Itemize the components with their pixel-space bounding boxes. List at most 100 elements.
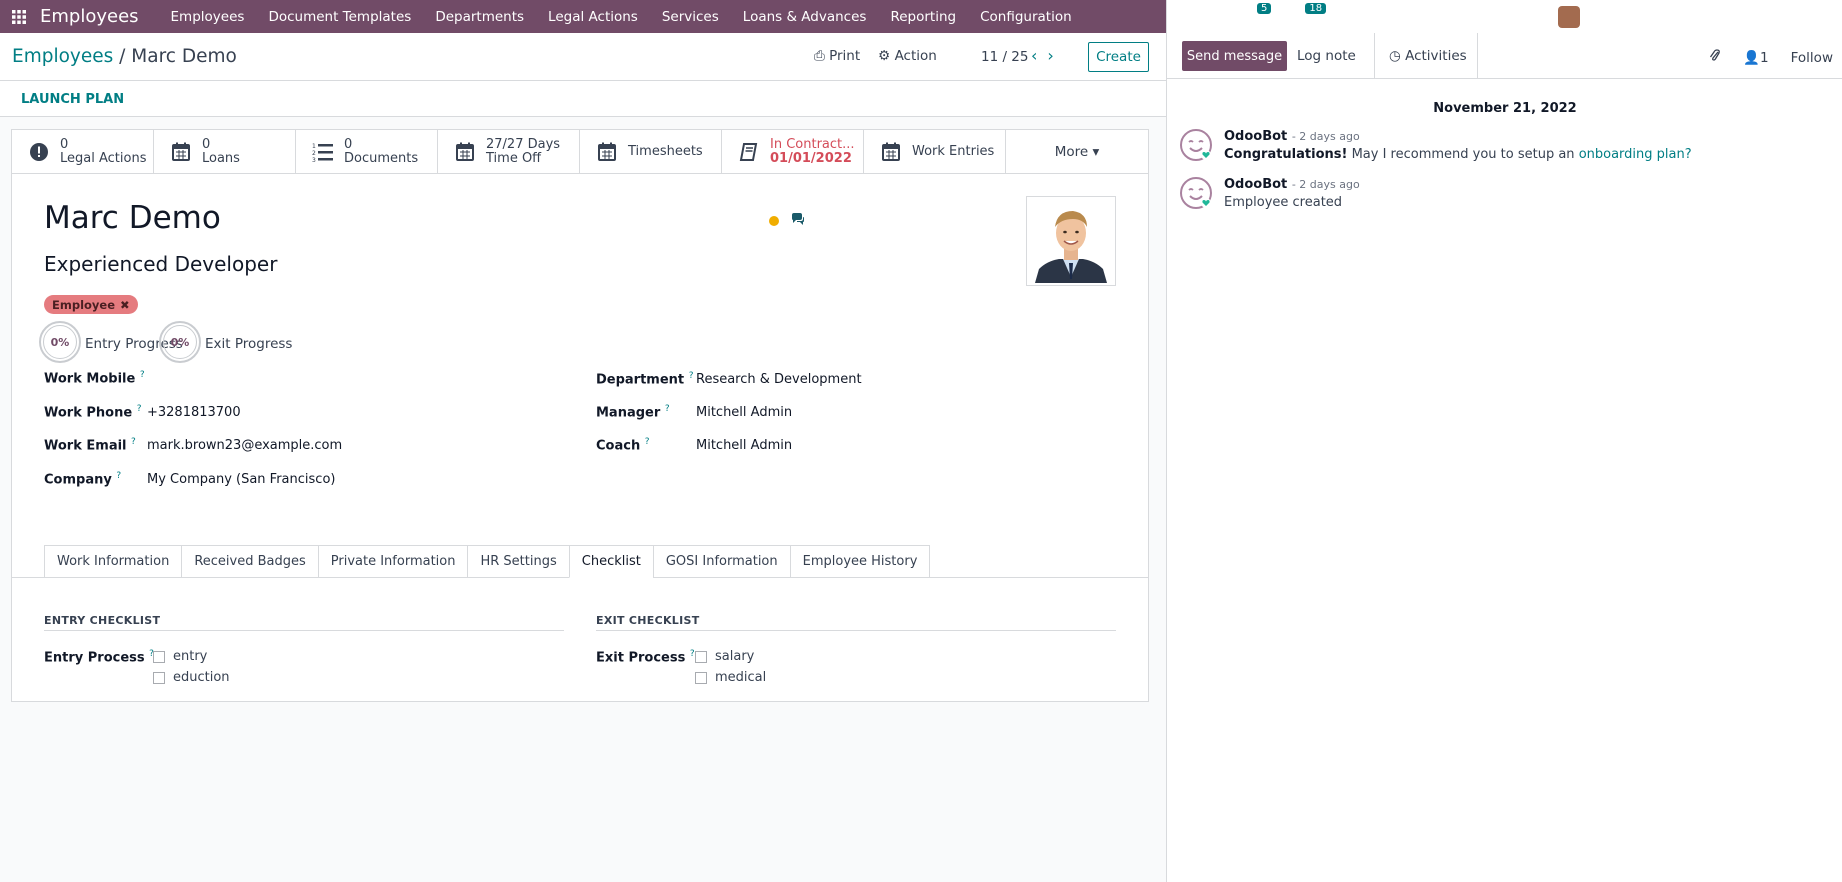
checkbox-label: medical: [715, 670, 767, 685]
top-navbar: Employees Employees Document Templates D…: [0, 0, 1842, 33]
messages-button[interactable]: 5: [1239, 2, 1272, 26]
send-message-button[interactable]: Send message: [1182, 41, 1287, 71]
entry-progress-value: 0%: [43, 325, 77, 359]
chat-icon[interactable]: [791, 213, 805, 230]
calendar-icon: [880, 141, 902, 163]
employee-name[interactable]: Marc Demo: [44, 200, 221, 236]
activities-button[interactable]: 18: [1289, 2, 1327, 26]
tab-private-information[interactable]: Private Information: [317, 545, 468, 578]
message-body: Congratulations! May I recommend you to …: [1224, 147, 1692, 162]
tab-employee-history[interactable]: Employee History: [789, 545, 931, 578]
user-menu[interactable]: Mitchell Admin (odoo_16_ent_0009): [1557, 5, 1826, 28]
pager-value[interactable]: 11 / 25: [981, 49, 1029, 65]
department-field[interactable]: Research & Development: [696, 372, 862, 387]
checkbox[interactable]: [153, 650, 165, 663]
menu-legal-actions[interactable]: Legal Actions: [536, 9, 650, 25]
notifications-bell-icon[interactable]: [1199, 8, 1221, 26]
menu-configuration[interactable]: Configuration: [968, 9, 1084, 25]
exit-progress-value: 0%: [163, 325, 197, 359]
pager-previous-icon[interactable]: ‹: [1031, 46, 1037, 65]
menu-departments[interactable]: Departments: [423, 9, 536, 25]
entry-progress-circle: 0%: [39, 321, 81, 363]
menu-document-templates[interactable]: Document Templates: [256, 9, 423, 25]
tab-hr-settings[interactable]: HR Settings: [467, 545, 569, 578]
message-time: - 2 days ago: [1291, 130, 1360, 143]
activities-button[interactable]: ◷ Activities: [1389, 48, 1467, 64]
menu-loans-advances[interactable]: Loans & Advances: [731, 9, 879, 25]
create-button[interactable]: Create: [1088, 42, 1149, 72]
message-author[interactable]: OdooBot - 2 days ago: [1224, 177, 1360, 192]
documents-count: 0: [344, 137, 353, 152]
message-time: - 2 days ago: [1291, 178, 1360, 191]
checkbox[interactable]: [695, 650, 707, 663]
employee-tag[interactable]: Employee ✖: [44, 295, 138, 314]
apps-menu-icon[interactable]: [6, 9, 32, 24]
paperclip-icon[interactable]: [1709, 48, 1721, 67]
work-email-field[interactable]: mark.brown23@example.com: [147, 438, 342, 453]
form-sheet: 0 Legal Actions 0 Loans 123 0 Documents 27/…: [11, 129, 1149, 702]
company-switcher[interactable]: My Company (San Francisco): [1344, 9, 1540, 25]
exit-progress-circle: 0%: [159, 321, 201, 363]
exclamation-circle-icon: [28, 141, 50, 163]
checkbox[interactable]: [153, 671, 165, 684]
presence-status-dot: [769, 216, 779, 226]
salary-checkbox[interactable]: salary: [695, 649, 754, 664]
breadcrumb-parent-link[interactable]: Employees: [12, 46, 113, 67]
loans-label: Loans: [202, 151, 240, 166]
numbered-list-icon: 123: [312, 141, 334, 163]
medical-checkbox[interactable]: medical: [695, 670, 766, 685]
message-author[interactable]: OdooBot - 2 days ago: [1224, 129, 1360, 144]
manager-label: Manager ?: [596, 404, 670, 421]
odoobot-avatar: [1180, 177, 1212, 209]
tab-gosi-information[interactable]: GOSI Information: [652, 545, 790, 578]
tab-work-information[interactable]: Work Information: [44, 545, 182, 578]
smart-button-timesheets[interactable]: Timesheets: [580, 130, 722, 174]
debug-bug-icon[interactable]: [1167, 8, 1181, 26]
menu-employees[interactable]: Employees: [159, 9, 257, 25]
menu-services[interactable]: Services: [650, 9, 731, 25]
svg-text:1: 1: [312, 143, 316, 150]
company-field[interactable]: My Company (San Francisco): [147, 472, 335, 487]
onboarding-plan-link[interactable]: onboarding plan?: [1579, 147, 1692, 162]
calendar-icon: [170, 141, 192, 163]
tab-received-badges[interactable]: Received Badges: [181, 545, 318, 578]
employee-photo[interactable]: [1026, 196, 1116, 286]
followers-button[interactable]: 👤1: [1743, 50, 1768, 66]
app-name[interactable]: Employees: [40, 6, 139, 27]
log-note-button[interactable]: Log note: [1297, 48, 1356, 64]
manager-field[interactable]: Mitchell Admin: [696, 405, 792, 420]
smart-button-loans[interactable]: 0 Loans: [154, 130, 296, 174]
work-entries-label: Work Entries: [912, 144, 995, 159]
messages-badge: 5: [1257, 2, 1272, 14]
work-mobile-field[interactable]: [147, 371, 447, 387]
more-dropdown[interactable]: More ▾: [1006, 130, 1148, 173]
checkbox[interactable]: [695, 671, 707, 684]
tag-remove-icon[interactable]: ✖: [120, 298, 130, 312]
launch-plan-button[interactable]: LAUNCH PLAN: [21, 92, 124, 107]
smart-button-time-off[interactable]: 27/27 Days Time Off: [438, 130, 580, 174]
smart-button-legal-actions[interactable]: 0 Legal Actions: [12, 130, 154, 174]
eduction-checkbox[interactable]: eduction: [153, 670, 230, 685]
main-menu: Employees Document Templates Departments…: [159, 9, 1084, 25]
smart-button-work-entries[interactable]: Work Entries: [864, 130, 1006, 174]
job-title[interactable]: Experienced Developer: [44, 252, 277, 276]
navbar-systray: 5 18 My Company (San Francisco) Mitchell…: [1166, 0, 1842, 33]
smart-button-documents[interactable]: 123 0 Documents: [296, 130, 438, 174]
smart-button-contract[interactable]: In Contract... 01/01/2022: [722, 130, 864, 174]
coach-field[interactable]: Mitchell Admin: [696, 438, 792, 453]
pager-buttons: ‹ ›: [1031, 46, 1054, 65]
calendar-icon: [596, 141, 618, 163]
action-button[interactable]: ⚙ Action: [878, 48, 937, 64]
follow-button[interactable]: Follow: [1791, 50, 1833, 66]
menu-reporting[interactable]: Reporting: [878, 9, 968, 25]
work-phone-field[interactable]: +3281813700: [147, 405, 241, 420]
documents-label: Documents: [344, 151, 419, 166]
entry-checkbox[interactable]: entry: [153, 649, 207, 664]
exit-progress-label: Exit Progress: [205, 336, 293, 352]
time-off-days: 27/27 Days: [486, 137, 561, 152]
breadcrumb-separator: /: [119, 46, 126, 67]
tab-checklist[interactable]: Checklist: [568, 545, 653, 578]
pager-next-icon[interactable]: ›: [1047, 46, 1053, 65]
print-button[interactable]: ⎙ Print: [814, 48, 860, 64]
message-text: May I recommend you to setup an: [1347, 147, 1579, 162]
